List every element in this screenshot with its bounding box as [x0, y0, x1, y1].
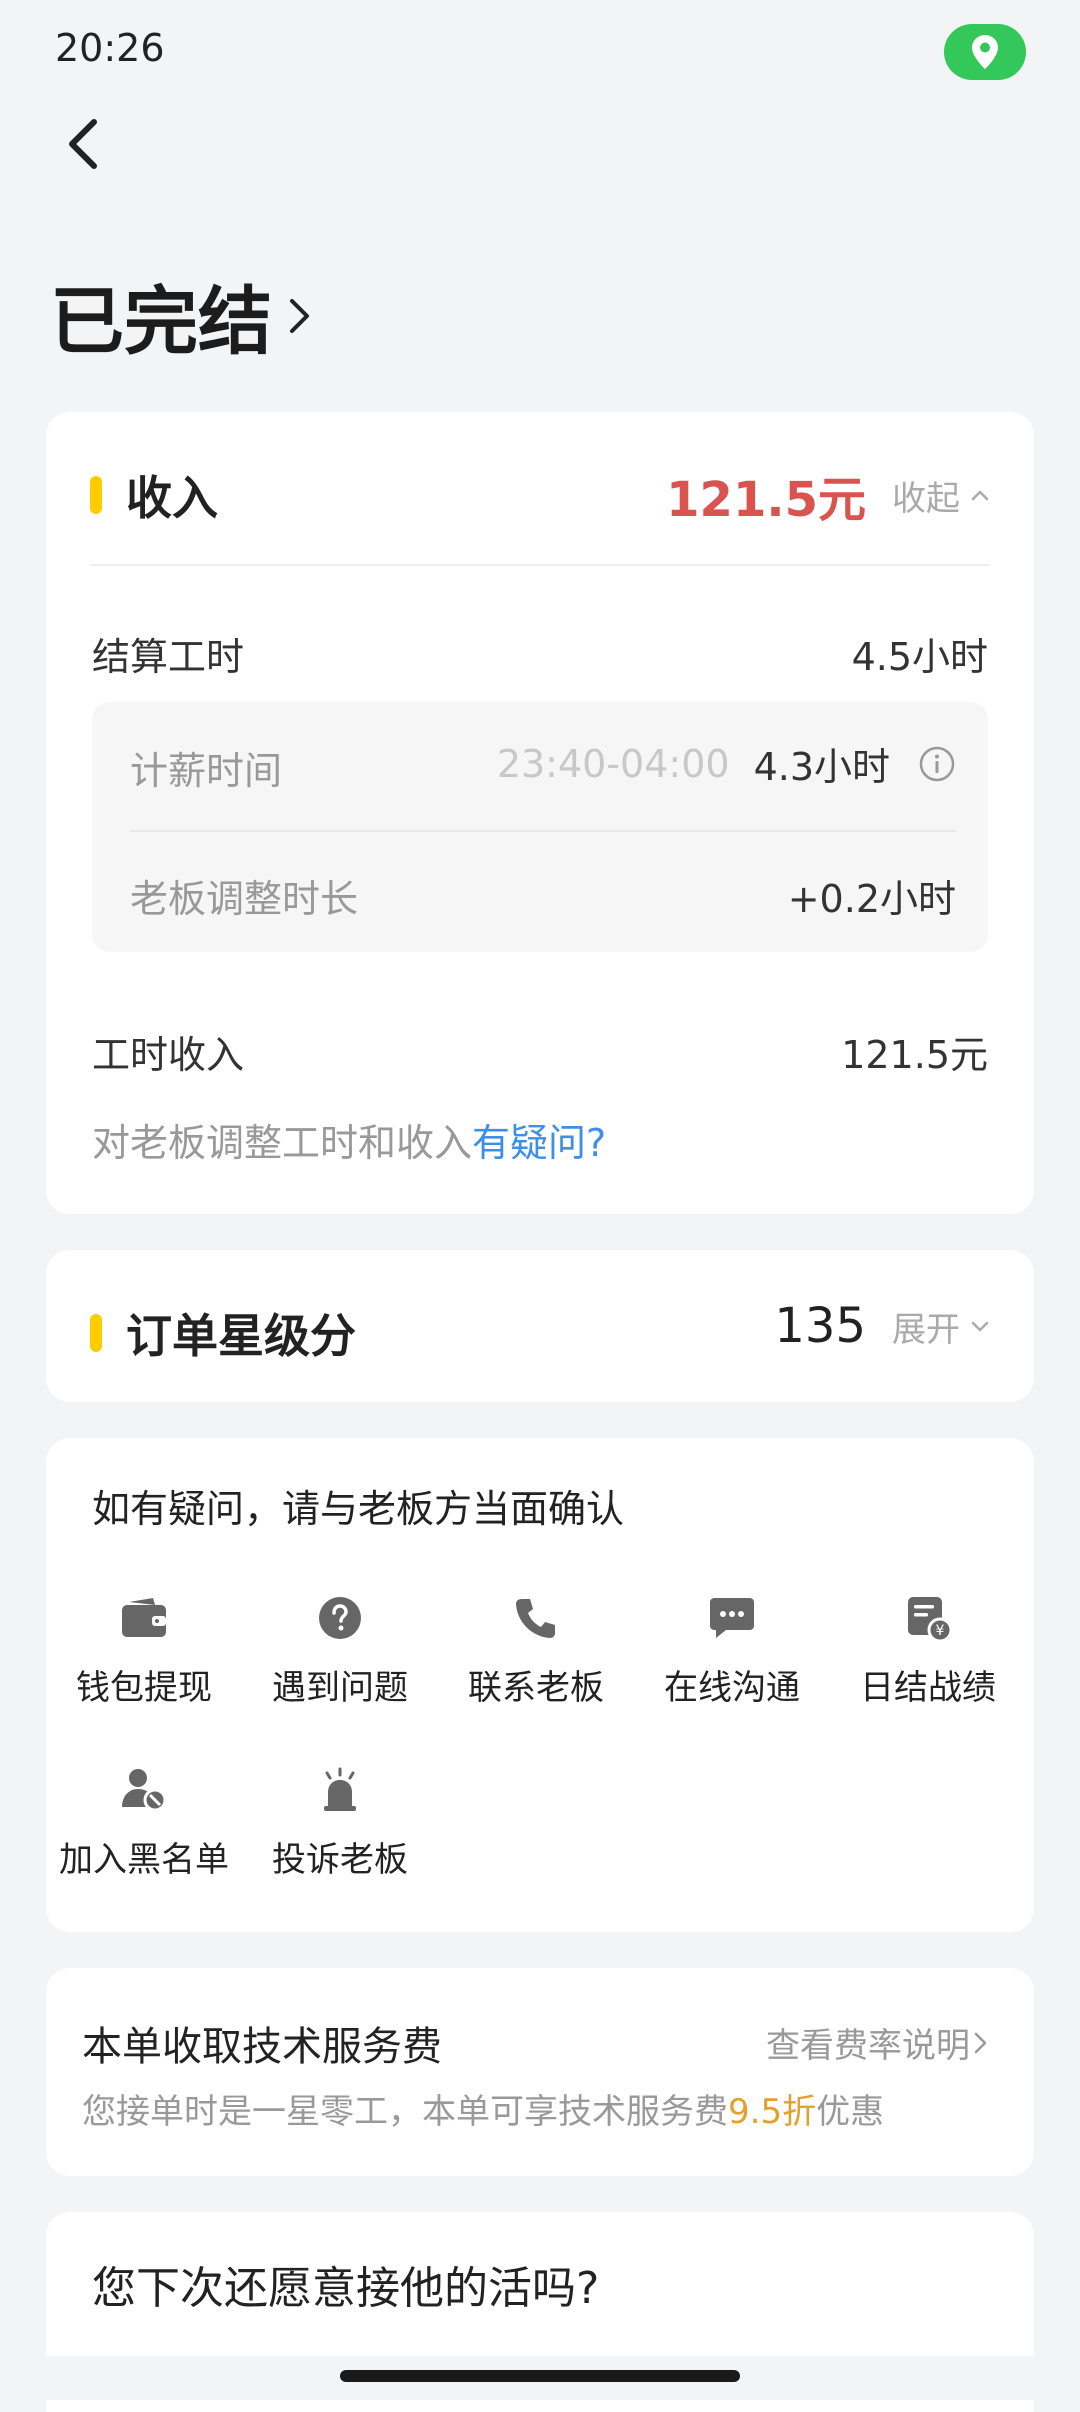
- action-label: 联系老板: [468, 1668, 604, 1708]
- section-marker: [90, 476, 102, 514]
- chevron-down-icon: [971, 1321, 989, 1332]
- info-icon[interactable]: [918, 745, 956, 783]
- income-title: 收入: [126, 471, 218, 525]
- question-icon: [319, 1597, 361, 1639]
- action-label: 在线沟通: [664, 1668, 800, 1708]
- chevron-right-icon: [974, 2032, 987, 2053]
- hour-income-label: 工时收入: [92, 1033, 245, 1077]
- chevron-up-icon: [971, 490, 989, 501]
- boss-adjust-value: +0.2小时: [787, 877, 956, 921]
- action-label: 钱包提现: [76, 1668, 212, 1708]
- fee-desc-prefix: 您接单时是一星零工，本单可享技术服务费: [82, 2092, 728, 2132]
- alarm-icon: [324, 1767, 356, 1811]
- fee-discount: 9.5折: [728, 2092, 817, 2132]
- action-contact-boss[interactable]: 联系老板: [438, 1588, 634, 1709]
- action-label: 日结战绩: [860, 1668, 996, 1708]
- star-score-value: 135: [774, 1298, 866, 1354]
- income-total: 121.5元: [666, 472, 866, 528]
- daily-record-icon: ¥: [908, 1597, 952, 1642]
- pay-time-label: 计薪时间: [130, 749, 283, 793]
- block-user-icon: [122, 1769, 167, 1812]
- star-title: 订单星级分: [126, 1309, 356, 1363]
- question-link[interactable]: 有疑问?: [472, 1121, 606, 1165]
- location-pin-icon: [972, 35, 998, 69]
- pay-time-range: 23:40-04:00: [496, 741, 730, 786]
- action-label: 投诉老板: [272, 1840, 408, 1880]
- phone-icon: [516, 1599, 555, 1638]
- wallet-icon: [122, 1598, 166, 1637]
- action-label: 加入黑名单: [59, 1840, 229, 1880]
- expand-label: 展开: [892, 1309, 960, 1350]
- collapse-label: 收起: [892, 478, 960, 519]
- fee-rate-link-text: 查看费率说明: [766, 2026, 970, 2066]
- hour-income-value: 121.5元: [841, 1033, 988, 1077]
- star-header: 订单星级分: [90, 1300, 356, 1366]
- pay-time-row: 23:40-04:00 4.3小时: [497, 736, 956, 791]
- adjust-question: 对老板调整工时和收入有疑问?: [92, 1112, 606, 1167]
- section-marker: [90, 1314, 102, 1352]
- action-report-problem[interactable]: 遇到问题: [242, 1588, 438, 1709]
- income-summary: 121.5元 收起: [666, 460, 992, 530]
- action-wallet-withdraw[interactable]: 钱包提现: [46, 1588, 242, 1709]
- help-card: 如有疑问，请与老板方当面确认 钱包提现 遇到问题 联系老板 在线沟通 ¥ 日结战…: [46, 1438, 1034, 1932]
- adjust-question-text: 对老板调整工时和收入: [92, 1121, 473, 1165]
- page-title-text: 已完结: [50, 279, 272, 365]
- settle-hours-label: 结算工时: [92, 635, 245, 679]
- pay-time-box: 计薪时间 23:40-04:00 4.3小时 老板调整时长 +0.2小时: [92, 702, 988, 952]
- home-indicator[interactable]: [340, 2370, 740, 2382]
- fee-description: 您接单时是一星零工，本单可享技术服务费9.5折优惠: [82, 2084, 884, 2133]
- expand-toggle[interactable]: 展开: [892, 1302, 992, 1351]
- rehire-question: 您下次还愿意接他的活吗?: [92, 2263, 600, 2314]
- page-title[interactable]: 已完结: [50, 262, 316, 369]
- fee-desc-suffix: 优惠: [816, 2092, 885, 2132]
- inner-divider: [130, 830, 956, 832]
- chevron-right-icon: [290, 298, 309, 333]
- service-fee-card: 本单收取技术服务费 查看费率说明 您接单时是一星零工，本单可享技术服务费9.5折…: [46, 1968, 1034, 2176]
- pay-time-value: 4.3小时: [753, 745, 890, 789]
- action-complain-boss[interactable]: 投诉老板: [242, 1760, 438, 1881]
- chat-icon: [710, 1598, 754, 1638]
- boss-adjust-label: 老板调整时长: [130, 877, 359, 921]
- income-header: 收入: [90, 462, 218, 528]
- income-card: 收入 121.5元 收起 结算工时 4.5小时 计薪时间 23:40-04:00…: [46, 412, 1034, 1214]
- back-button[interactable]: [50, 108, 120, 178]
- help-title: 如有疑问，请与老板方当面确认: [92, 1487, 625, 1531]
- action-add-blacklist[interactable]: 加入黑名单: [46, 1760, 242, 1881]
- fee-rate-link[interactable]: 查看费率说明: [766, 2018, 992, 2067]
- action-label: 遇到问题: [272, 1668, 408, 1708]
- fee-title: 本单收取技术服务费: [82, 2024, 442, 2070]
- star-score-card[interactable]: 订单星级分 135 展开: [46, 1250, 1034, 1402]
- star-summary: 135 展开: [774, 1298, 992, 1354]
- action-daily-record[interactable]: ¥ 日结战绩: [830, 1588, 1026, 1709]
- location-indicator: [944, 24, 1026, 80]
- collapse-toggle[interactable]: 收起: [892, 471, 992, 520]
- action-online-chat[interactable]: 在线沟通: [634, 1588, 830, 1709]
- settle-hours-value: 4.5小时: [851, 635, 988, 679]
- status-time: 20:26: [55, 26, 165, 70]
- back-arrow-icon: [69, 119, 97, 169]
- divider: [90, 564, 990, 566]
- svg-text:¥: ¥: [936, 1623, 945, 1639]
